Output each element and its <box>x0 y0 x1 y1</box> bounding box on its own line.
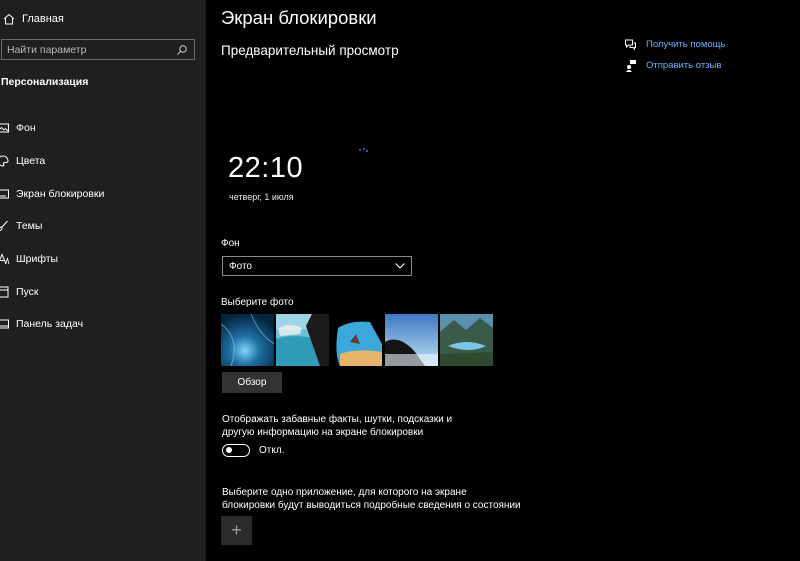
fun-facts-toggle[interactable] <box>222 444 250 457</box>
detailed-status-app-label: Выберите одно приложение, для которого н… <box>222 487 521 511</box>
sidebar-item-label: Шрифты <box>16 253 59 266</box>
background-dropdown[interactable]: Фото <box>222 256 412 276</box>
page-title: Экран блокировки <box>221 7 377 28</box>
sidebar-item-taskbar[interactable]: Панель задач <box>0 308 206 341</box>
fun-facts-toggle-state: Откл. <box>259 445 285 456</box>
preview-clock-date: четверг, 1 июля <box>229 192 294 202</box>
add-app-button[interactable]: + <box>221 516 252 545</box>
sidebar-item-label: Темы <box>16 220 43 233</box>
feedback-person-icon <box>624 59 637 72</box>
sidebar-item-background[interactable]: Фон <box>0 112 206 145</box>
choose-photo-label: Выберите фото <box>221 297 294 308</box>
taskbar-icon <box>0 317 10 331</box>
send-feedback-link[interactable]: Отправить отзыв <box>624 59 721 72</box>
image-icon <box>0 121 10 135</box>
sidebar-item-label: Пуск <box>16 285 39 298</box>
home-link[interactable]: Главная <box>0 9 64 29</box>
sidebar-item-label: Экран блокировки <box>16 187 105 200</box>
main-content: Экран блокировки Предварительный просмот… <box>206 0 800 561</box>
background-dropdown-value: Фото <box>229 260 252 272</box>
sidebar-item-label: Фон <box>16 122 36 135</box>
loading-indicator <box>358 140 372 152</box>
preview-title: Предварительный просмотр <box>221 43 399 58</box>
home-icon <box>2 12 16 26</box>
sidebar-item-fonts[interactable]: Шрифты <box>0 243 206 276</box>
sidebar-item-themes[interactable]: Темы <box>0 210 206 243</box>
font-icon <box>0 252 10 266</box>
search-input[interactable] <box>2 43 176 56</box>
nav-list: Фон Цвета Экран блокировки Темы Шрифты П… <box>0 112 206 341</box>
photo-thumbnail[interactable] <box>221 314 274 366</box>
send-feedback-label: Отправить отзыв <box>646 60 722 71</box>
background-label: Фон <box>221 238 240 249</box>
preview-clock-time: 22:10 <box>228 152 304 184</box>
chat-bubble-icon <box>624 38 637 51</box>
sidebar-item-colors[interactable]: Цвета <box>0 145 206 178</box>
get-help-label: Получить помощь <box>646 39 726 50</box>
photo-thumbnail[interactable] <box>439 314 493 366</box>
search-box[interactable] <box>1 39 195 60</box>
search-icon[interactable] <box>176 44 188 56</box>
photo-thumbnail[interactable] <box>330 314 384 366</box>
brush-icon <box>0 219 10 233</box>
photo-thumbnail[interactable] <box>385 314 439 366</box>
sidebar-item-label: Цвета <box>16 155 46 168</box>
start-icon <box>0 285 10 299</box>
lock-screen-icon <box>0 187 10 201</box>
photo-thumbnail[interactable] <box>275 314 329 366</box>
sidebar: Главная Персонализация Фон Цвета Экран б… <box>0 0 206 561</box>
chevron-down-icon <box>395 263 405 269</box>
photo-thumbnails <box>221 314 494 366</box>
sidebar-item-label: Панель задач <box>16 318 84 331</box>
palette-icon <box>0 154 10 168</box>
fun-facts-label: Отображать забавные факты, шутки, подска… <box>222 414 453 438</box>
home-label: Главная <box>22 13 64 25</box>
browse-button[interactable]: Обзор <box>222 372 282 393</box>
toggle-knob <box>226 447 232 453</box>
sidebar-item-lock-screen[interactable]: Экран блокировки <box>0 177 206 210</box>
section-title: Персонализация <box>1 76 89 88</box>
sidebar-item-start[interactable]: Пуск <box>0 275 206 308</box>
get-help-link[interactable]: Получить помощь <box>624 38 725 51</box>
